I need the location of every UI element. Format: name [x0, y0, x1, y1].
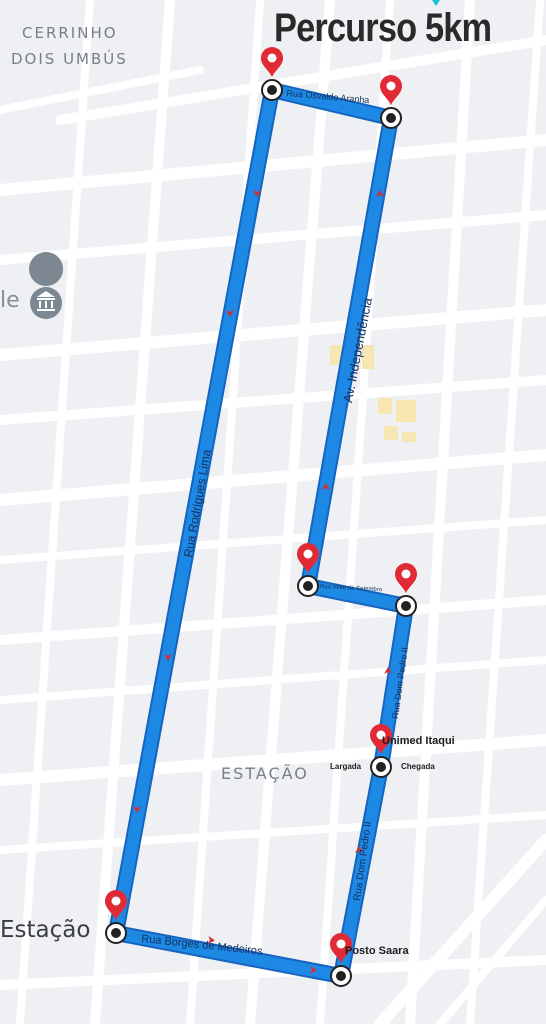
poi-label-posto-saara: Posto Saara — [345, 945, 409, 957]
start-label: Largada — [330, 762, 362, 771]
building — [402, 432, 416, 442]
waypoint-icon — [370, 756, 392, 778]
building — [384, 426, 398, 440]
map-title: Percurso 5km — [274, 6, 492, 50]
area-label-dois-umbus: DOIS UMBÚS — [11, 50, 128, 68]
map-canvas[interactable] — [0, 0, 546, 1024]
cut-place-label: le — [0, 288, 20, 313]
waypoint-icon — [261, 79, 283, 101]
waypoint-icon — [395, 595, 417, 617]
building — [378, 398, 392, 414]
waypoint-icon — [105, 922, 127, 944]
poi-label-unimed: Unimed Itaqui — [382, 735, 455, 747]
place-label-estacao: Estação — [0, 917, 91, 943]
waypoint-icon — [297, 575, 319, 597]
waypoint-icon — [380, 107, 402, 129]
area-label-estacao-district: ESTAÇÃO — [221, 764, 309, 783]
area-label-cerrinho: CERRINHO — [22, 24, 118, 42]
finish-label: Chegada — [401, 762, 435, 771]
waypoint-icon — [330, 965, 352, 987]
route-map[interactable]: Percurso 5km CERRINHO DOIS UMBÚS ESTAÇÃO… — [0, 0, 546, 1024]
building — [396, 400, 416, 422]
